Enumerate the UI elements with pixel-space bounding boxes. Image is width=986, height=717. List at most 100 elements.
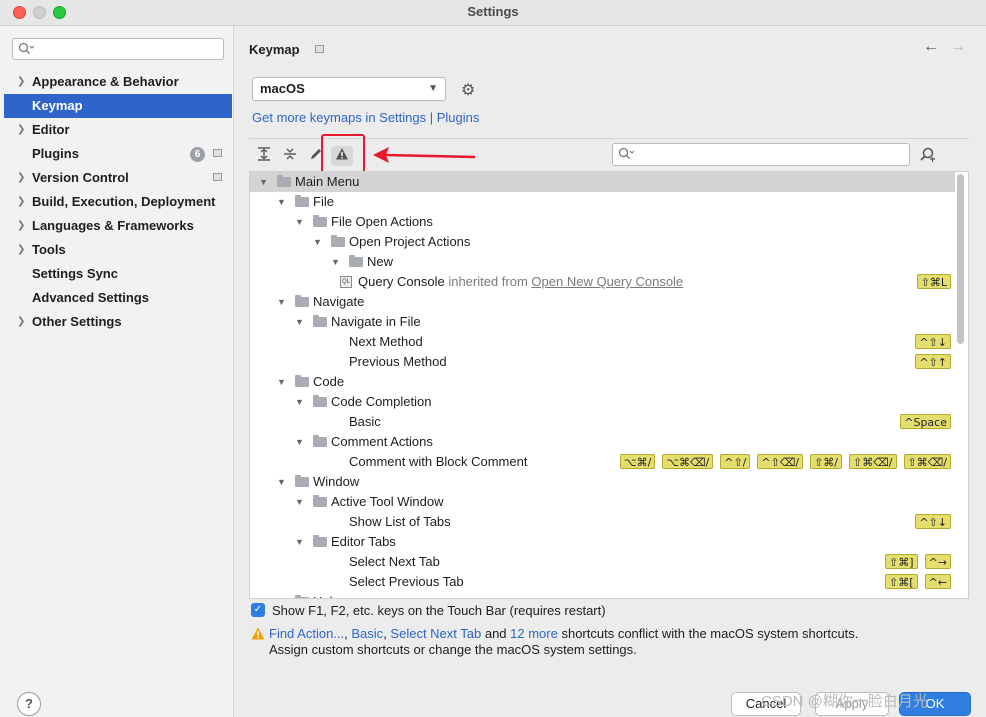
more-conflicts-link[interactable]: 12 more [510,626,558,641]
sidebar-item-version-control[interactable]: ❯ Version Control [4,166,232,190]
chevron-down-icon[interactable]: ▼ [295,432,304,452]
sidebar-item-editor[interactable]: ❯ Editor [4,118,232,142]
chevron-right-icon[interactable]: ❯ [17,190,25,214]
chevron-right-icon[interactable]: ❯ [17,238,25,262]
chevron-down-icon[interactable]: ▼ [277,292,286,312]
tree-row[interactable]: ▼ File [250,192,955,212]
query-console-icon: QL [340,276,352,288]
chevron-down-icon[interactable]: ▼ [295,312,304,332]
sidebar-item-tools[interactable]: ❯ Tools [4,238,232,262]
touchbar-checkbox[interactable]: ✓ [251,603,265,617]
chevron-down-icon[interactable]: ▼ [295,492,304,512]
sidebar-item-label: Version Control [32,170,129,185]
chevron-right-icon[interactable]: ❯ [17,166,25,190]
sidebar-item-label: Editor [32,122,70,137]
project-scope-icon [315,45,324,53]
chevron-down-icon[interactable]: ▼ [277,192,286,212]
tree-row[interactable]: ▼ Code [250,372,955,392]
chevron-right-icon[interactable]: ❯ [17,118,25,142]
tree-row[interactable]: ▼ Main Menu [250,172,955,192]
sidebar-item-label: Tools [32,242,66,257]
tree-row-label: Window [313,474,360,489]
tree-row-label: Navigate [313,294,365,309]
plugins-link[interactable]: Plugins [437,110,480,125]
tree-row[interactable]: ▼ Help [250,592,955,598]
chevron-down-icon[interactable]: ▼ [295,392,304,412]
tree-row[interactable]: QL Query Console inherited from Open New … [250,272,955,292]
chevron-right-icon[interactable]: ❯ [17,214,25,238]
chevron-right-icon[interactable]: ❯ [17,310,25,334]
get-more-keymaps-link[interactable]: Get more keymaps in Settings | Plugins [252,110,479,125]
tree-row[interactable]: ▼ Active Tool Window [250,492,955,512]
tree-row[interactable]: ▼ Navigate in File [250,312,955,332]
sidebar-search-input[interactable] [12,38,224,60]
inherited-note: inherited from [444,274,532,289]
chevron-down-icon[interactable]: ▼ [277,592,286,598]
chevron-down-icon[interactable]: ▼ [259,172,268,192]
forward-arrow-icon[interactable]: → [950,38,966,56]
gear-icon[interactable]: ⚙ [461,80,475,100]
find-by-shortcut-icon[interactable] [919,146,937,164]
sidebar-item-settings-sync[interactable]: Settings Sync [4,262,232,286]
sidebar-item-keymap[interactable]: Keymap [4,94,232,118]
tree-row[interactable]: ▼ Navigate [250,292,955,312]
folder-icon [349,255,363,267]
tree-row[interactable]: Previous Method ^⇧↑ [250,352,955,372]
project-scope-icon [213,173,222,181]
chevron-down-icon[interactable]: ▼ [277,472,286,492]
tree-row[interactable]: ▼ Comment Actions [250,432,955,452]
tree-row[interactable]: ▼ New [250,252,955,272]
sidebar-item-languages-frameworks[interactable]: ❯ Languages & Frameworks [4,214,232,238]
collapse-all-button[interactable] [279,146,301,166]
chevron-down-icon[interactable]: ▼ [277,372,286,392]
tree-row-label: Editor Tabs [331,534,396,549]
shortcut-list: ^Space [900,414,951,430]
tree-row[interactable]: Basic ^Space [250,412,955,432]
tree-row[interactable]: Next Method ^⇧↓ [250,332,955,352]
sidebar-item-advanced-settings[interactable]: Advanced Settings [4,286,232,310]
inherited-from-link[interactable]: Open New Query Console [531,274,683,289]
tree-row[interactable]: ▼ Code Completion [250,392,955,412]
shortcut-badge: ^⇧↑ [915,354,951,369]
select-next-tab-link[interactable]: Select Next Tab [390,626,481,641]
find-action-link[interactable]: Find Action... [269,626,344,641]
chevron-down-icon[interactable]: ▼ [295,532,304,552]
tree-row-label: Help [313,594,340,598]
tree-row[interactable]: ▼ Window [250,472,955,492]
tree-row[interactable]: Select Next Tab ⇧⌘] ^→ [250,552,955,572]
tree-row[interactable]: Show List of Tabs ^⇧↓ [250,512,955,532]
expand-all-button[interactable] [253,146,275,166]
help-button[interactable]: ? [17,692,41,716]
keymap-select[interactable]: macOS ▼ [252,77,446,101]
sidebar-item-label: Languages & Frameworks [32,218,194,233]
sidebar-item-other-settings[interactable]: ❯ Other Settings [4,310,232,334]
chevron-down-icon[interactable]: ▼ [313,232,322,252]
sidebar-item-appearance-behavior[interactable]: ❯ Appearance & Behavior [4,70,232,94]
tree-row[interactable]: Comment with Block Comment ⌥⌘/ ⌥⌘⌫/ ^⇧/ ^⇧⌫/… [250,452,955,472]
back-arrow-icon[interactable]: ← [923,38,939,56]
sidebar-item-plugins[interactable]: Plugins 6 [4,142,232,166]
shortcut-badge: ^⇧↓ [915,334,951,349]
sidebar-item-build-execution-deployment[interactable]: ❯ Build, Execution, Deployment [4,190,232,214]
basic-link[interactable]: Basic [351,626,383,641]
shortcut-badge: ⇧⌘/ [810,454,843,469]
tree-row[interactable]: ▼ Editor Tabs [250,532,955,552]
tree-row[interactable]: Select Previous Tab ⇧⌘[^← [250,572,955,592]
chevron-down-icon[interactable]: ▼ [331,252,340,272]
tree-row[interactable]: ▼ File Open Actions [250,212,955,232]
tree-row-label: Next Method [349,334,423,349]
shortcut-badge: ⇧⌘⌫/ [849,454,897,469]
chevron-right-icon[interactable]: ❯ [17,70,25,94]
shortcut-search-input[interactable] [612,143,910,166]
keymap-tree[interactable]: ▼ Main Menu ▼ File ▼ File Open Actions ▼ Open P… [249,171,969,599]
shortcut-badge: ⇧⌘⌫/ [903,454,951,469]
shortcut-badge: ⇧⌘[ [885,574,918,589]
page-title: Keymap [249,42,300,57]
tree-scrollbar[interactable] [957,174,964,344]
chevron-down-icon[interactable]: ▼ [295,212,304,232]
warning-icon [251,627,265,640]
tree-row-label: Show List of Tabs [349,514,451,529]
sidebar-item-label: Appearance & Behavior [32,74,179,89]
tree-row[interactable]: ▼ Open Project Actions [250,232,955,252]
project-scope-icon [213,149,222,157]
